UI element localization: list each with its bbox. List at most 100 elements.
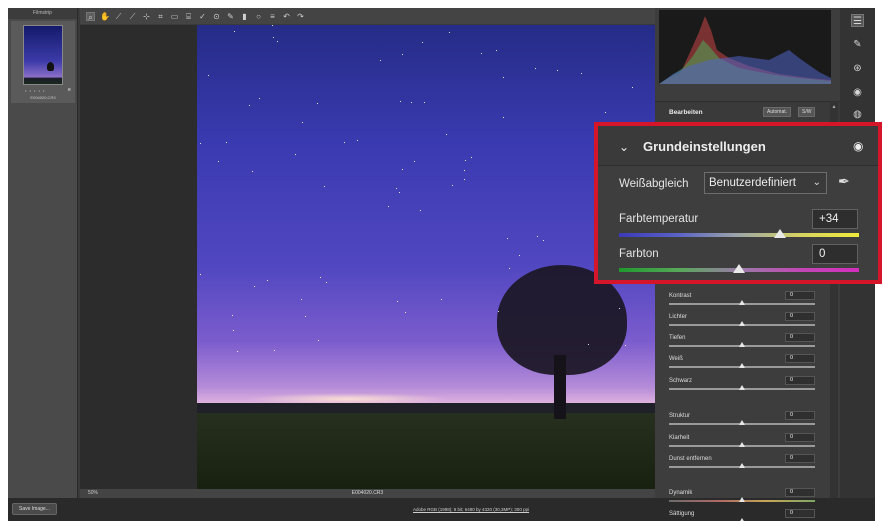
star-dot: [318, 340, 319, 341]
eyedropper-icon[interactable]: ✒: [838, 173, 850, 190]
star-dot: [218, 161, 219, 162]
rating-dots[interactable]: • • • • •: [25, 88, 45, 93]
tree-trunk: [554, 355, 566, 419]
toolbar: ⌕ ✋ ⟋ ⟋ ⊹ ⌗ ▭ ⌸ ✓ ⊙ ✎ ▮ ○ ≡ ↶ ↷: [80, 8, 655, 24]
white-balance-value: Benutzerdefiniert: [709, 177, 796, 189]
image-canvas[interactable]: [80, 25, 655, 489]
chevron-down-icon[interactable]: ⌄: [619, 140, 629, 154]
presets-icon[interactable]: ◍: [851, 108, 864, 121]
spot-removal-icon[interactable]: ✓: [198, 12, 207, 21]
star-dot: [254, 286, 255, 287]
preview-image[interactable]: [197, 25, 655, 489]
star-dot: [402, 169, 403, 170]
slider-row: Struktur 0: [667, 411, 815, 432]
slider-thumb[interactable]: [739, 420, 745, 425]
star-dot: [326, 282, 327, 283]
star-dot: [519, 255, 520, 256]
star-dot: [605, 112, 606, 113]
edit-sliders-icon[interactable]: ☰: [851, 14, 864, 27]
slider-row: Sättigung 0: [667, 509, 815, 521]
auto-button[interactable]: Automat.: [763, 107, 792, 117]
slider-row: Schwarz 0: [667, 376, 815, 397]
slider-thumb[interactable]: [739, 385, 745, 390]
slider-label: Kontrast: [669, 293, 692, 299]
preferences-icon[interactable]: ≡: [268, 12, 277, 21]
slider-value-field[interactable]: 0: [785, 488, 815, 497]
rotate-left-icon[interactable]: ↶: [282, 12, 291, 21]
scroll-up-icon[interactable]: ▴: [830, 103, 838, 111]
star-dot: [259, 98, 260, 99]
transform-icon[interactable]: ⌸: [184, 12, 193, 21]
zoom-icon[interactable]: ⌕: [86, 11, 95, 22]
star-dot: [464, 170, 465, 171]
white-balance-select[interactable]: Benutzerdefiniert ⌄: [704, 172, 827, 194]
slider-value-field[interactable]: 0: [785, 509, 815, 518]
bw-button[interactable]: S/W: [798, 107, 816, 117]
slider-label: Lichter: [669, 314, 688, 320]
star-dot: [464, 179, 465, 180]
slider-thumb[interactable]: [739, 342, 745, 347]
star-dot: [317, 103, 318, 104]
slider-row: Weiß 0: [667, 354, 815, 375]
graduated-filter-icon[interactable]: ▮: [240, 12, 249, 21]
star-dot: [619, 308, 620, 309]
temperature-slider-track[interactable]: [619, 233, 859, 237]
save-image-button[interactable]: Save Image...: [12, 503, 57, 515]
star-dot: [305, 316, 306, 317]
slider-thumb[interactable]: [739, 321, 745, 326]
crop-icon[interactable]: ⌗: [156, 12, 165, 21]
tint-slider-thumb[interactable]: [733, 264, 745, 273]
slider-row: Klarheit 0: [667, 433, 815, 454]
temperature-value-field[interactable]: +34: [812, 209, 858, 229]
zoom-callout-basic-settings: ⌄ Grundeinstellungen ◉ Weißabgleich Benu…: [594, 122, 882, 284]
white-balance-icon[interactable]: ⟋: [114, 12, 123, 21]
slider-thumb[interactable]: [739, 463, 745, 468]
slider-value-field[interactable]: 0: [785, 333, 815, 342]
star-dot: [400, 101, 401, 102]
brush-icon[interactable]: ✎: [226, 12, 235, 21]
star-dot: [237, 351, 238, 352]
slider-value-field[interactable]: 0: [785, 354, 815, 363]
slider-value-field[interactable]: 0: [785, 454, 815, 463]
star-dot: [543, 240, 544, 241]
thumbnail-image[interactable]: [23, 25, 63, 85]
color-sampler-icon[interactable]: ⟋: [128, 12, 137, 21]
workflow-options-link[interactable]: Adobe RGB (1998); 8 bit; 6480 by 4320 (3…: [413, 507, 529, 512]
redeye-icon[interactable]: ⊙: [212, 12, 221, 21]
slider-value-field[interactable]: 0: [785, 291, 815, 300]
temperature-slider-thumb[interactable]: [773, 229, 786, 238]
straighten-icon[interactable]: ▭: [170, 12, 179, 21]
slider-thumb[interactable]: [739, 497, 745, 502]
crop-icon[interactable]: ⊛: [851, 62, 864, 75]
star-dot: [452, 185, 453, 186]
slider-thumb[interactable]: [739, 363, 745, 368]
slider-row: Lichter 0: [667, 312, 815, 333]
tint-value-field[interactable]: 0: [812, 244, 858, 264]
star-dot: [324, 186, 325, 187]
filmstrip-title: Filmstrip: [8, 8, 77, 19]
slider-label: Sättigung: [669, 511, 695, 517]
star-dot: [509, 268, 510, 269]
hand-icon[interactable]: ✋: [100, 12, 110, 21]
star-dot: [625, 345, 626, 346]
slider-value-field[interactable]: 0: [785, 411, 815, 420]
target-adjust-icon[interactable]: ⊹: [142, 12, 151, 21]
slider-value-field[interactable]: 0: [785, 376, 815, 385]
star-dot: [396, 188, 397, 189]
visibility-eye-icon[interactable]: ◉: [853, 139, 863, 153]
redeye-icon[interactable]: ◉: [851, 86, 864, 99]
slider-value-field[interactable]: 0: [785, 312, 815, 321]
slider-thumb[interactable]: [739, 300, 745, 305]
slider-value-field[interactable]: 0: [785, 433, 815, 442]
star-dot: [402, 54, 403, 55]
filmstrip-item[interactable]: • • • • • e E004020.CR3: [11, 21, 75, 103]
rotate-right-icon[interactable]: ↷: [296, 12, 305, 21]
star-dot: [274, 350, 275, 351]
star-dot: [320, 277, 321, 278]
radial-filter-icon[interactable]: ○: [254, 12, 263, 21]
star-dot: [267, 280, 268, 281]
slider-thumb[interactable]: [739, 442, 745, 447]
white-balance-label: Weißabgleich: [619, 178, 689, 190]
section-header[interactable]: ⌄ Grundeinstellungen ◉: [598, 126, 878, 166]
brush-icon[interactable]: ✎: [851, 38, 864, 51]
